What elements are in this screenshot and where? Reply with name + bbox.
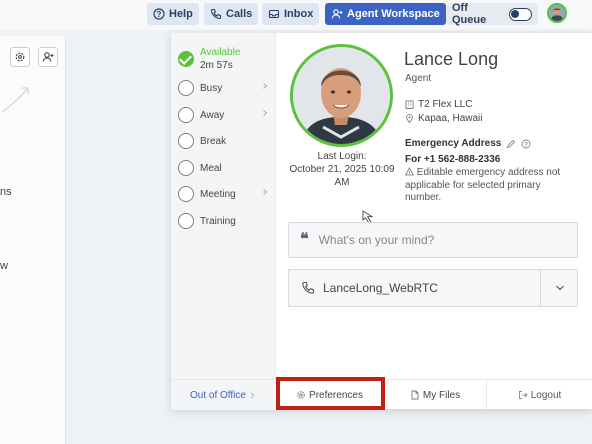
- last-login: Last Login: October 21, 2025 10:09 AM: [285, 150, 399, 189]
- file-icon: [411, 390, 419, 400]
- edit-icon[interactable]: [506, 139, 516, 149]
- agent-workspace-label: Agent Workspace: [347, 8, 440, 20]
- chevron-right-icon: [263, 189, 268, 195]
- status-message-placeholder: What's on your mind?: [318, 233, 435, 247]
- status-item-meeting[interactable]: Meeting: [178, 184, 270, 204]
- status-label: Busy: [200, 82, 223, 94]
- chevron-right-icon: [263, 83, 268, 89]
- chevron-right-icon: [263, 110, 268, 116]
- help-icon: ?: [153, 8, 165, 20]
- logout-label: Logout: [530, 389, 562, 401]
- avatar-image: [549, 5, 565, 21]
- toggle-switch[interactable]: [508, 7, 532, 21]
- location-name: Kapaa, Hawaii: [418, 113, 483, 124]
- emergency-address-label: Emergency Address: [405, 138, 502, 149]
- partial-text: ns: [0, 186, 12, 198]
- chevron-right-icon: [250, 391, 255, 399]
- divider: [540, 270, 541, 306]
- quote-icon: ❝: [300, 231, 309, 248]
- inbox-icon: [268, 9, 280, 19]
- user-add-icon: [331, 9, 343, 19]
- emergency-address-title: Emergency Address ?: [405, 138, 531, 149]
- status-label: Meeting: [200, 188, 236, 200]
- agent-role: Agent: [405, 73, 432, 84]
- logout-icon: [518, 391, 528, 399]
- profile-photo: [290, 44, 393, 147]
- radio-icon: [178, 107, 194, 123]
- svg-text:?: ?: [524, 141, 528, 148]
- status-message-input[interactable]: ❝ What's on your mind?: [288, 222, 578, 258]
- user-add-icon: [42, 52, 54, 62]
- preferences-button[interactable]: Preferences: [276, 380, 383, 410]
- status-item-break[interactable]: Break: [178, 131, 270, 151]
- status-label: Training: [200, 215, 236, 227]
- profile-image: [293, 47, 390, 144]
- status-available-timer: 2m 57s: [200, 60, 233, 71]
- radio-icon: [178, 213, 194, 229]
- preferences-label: Preferences: [309, 389, 363, 401]
- my-files-button[interactable]: My Files: [383, 380, 486, 410]
- radio-icon: [178, 186, 194, 202]
- status-label: Meal: [200, 162, 222, 174]
- status-item-training[interactable]: Training: [178, 211, 270, 231]
- top-bar: ? Help Calls Inbox Agent Workspace Off Q…: [0, 0, 592, 30]
- company-name: T2 Flex LLC: [418, 99, 473, 110]
- status-label: Break: [200, 135, 227, 147]
- agent-name: Lance Long: [404, 49, 499, 69]
- company: T2 Flex LLC: [405, 99, 472, 110]
- status-item-available[interactable]: Available 2m 57s: [178, 46, 270, 72]
- calls-label: Calls: [226, 8, 253, 20]
- status-item-busy[interactable]: Busy: [178, 78, 270, 98]
- building-icon: [405, 100, 414, 109]
- out-of-office-label: Out of Office: [190, 389, 246, 401]
- off-queue-label: Off Queue: [452, 2, 487, 26]
- agent-workspace-button[interactable]: Agent Workspace: [325, 3, 446, 25]
- phone-device-value: LanceLong_WebRTC: [323, 281, 438, 295]
- my-files-label: My Files: [422, 389, 461, 401]
- status-item-away[interactable]: Away: [178, 105, 270, 125]
- decorative-arrow: [1, 87, 29, 113]
- calls-button[interactable]: Calls: [204, 3, 259, 25]
- phone-device-select[interactable]: LanceLong_WebRTC: [288, 269, 578, 307]
- off-queue-toggle[interactable]: Off Queue: [446, 2, 538, 26]
- left-panel: ns w: [0, 36, 66, 444]
- chevron-down-icon[interactable]: [555, 283, 565, 293]
- partial-text: w: [0, 260, 8, 272]
- out-of-office-button[interactable]: Out of Office: [171, 380, 275, 410]
- last-login-label: Last Login:: [317, 151, 367, 162]
- emergency-note-text: Editable emergency address not applicabl…: [405, 167, 561, 203]
- help-label: Help: [169, 8, 193, 20]
- help-icon[interactable]: ?: [521, 139, 531, 149]
- radio-icon: [178, 133, 194, 149]
- svg-text:?: ?: [157, 10, 162, 19]
- gear-icon: [297, 391, 305, 399]
- user-avatar[interactable]: [547, 3, 567, 23]
- add-user-button[interactable]: [38, 47, 58, 67]
- location-pin-icon: [406, 114, 413, 123]
- settings-button[interactable]: [10, 47, 30, 67]
- phone-icon: [210, 8, 222, 20]
- last-login-value: October 21, 2025 10:09 AM: [289, 164, 395, 188]
- logout-button[interactable]: Logout: [486, 380, 592, 410]
- radio-icon: [178, 80, 194, 96]
- status-item-meal[interactable]: Meal: [178, 158, 270, 178]
- dropdown-footer: Out of Office Preferences My Files Logou…: [171, 379, 592, 410]
- gear-icon: [15, 52, 25, 62]
- agent-status-dropdown: Available 2m 57s Busy Away Break Meal Me…: [171, 33, 592, 410]
- status-list: Available 2m 57s Busy Away Break Meal Me…: [171, 33, 276, 379]
- check-icon: [178, 51, 194, 67]
- location: Kapaa, Hawaii: [405, 113, 482, 124]
- help-button[interactable]: ? Help: [147, 3, 199, 25]
- radio-icon: [178, 160, 194, 176]
- emergency-phone: For +1 562-888-2336: [405, 154, 501, 165]
- warning-icon: [404, 167, 415, 176]
- status-label: Away: [200, 109, 225, 121]
- status-available-label: Available: [200, 47, 241, 58]
- phone-icon: [302, 281, 314, 294]
- inbox-button[interactable]: Inbox: [262, 3, 320, 25]
- emergency-note: Editable emergency address not applicabl…: [404, 167, 575, 205]
- inbox-label: Inbox: [284, 8, 314, 20]
